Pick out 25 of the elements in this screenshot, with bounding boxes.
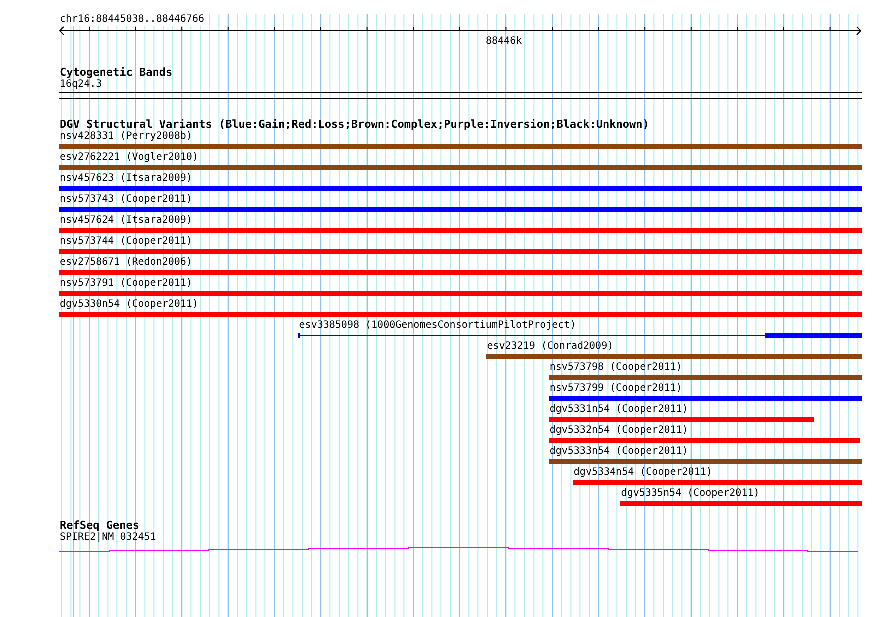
variant-label: dgv5331n54 (Cooper2011) <box>550 404 688 415</box>
variant-label: dgv5335n54 (Cooper2011) <box>621 488 760 499</box>
variant-label: nsv428331 (Perry2008b) <box>60 131 192 142</box>
band-label: 16q24.3 <box>59 79 104 91</box>
variant-label: esv3385098 (1000GenomesConsortiumPilotProject) <box>299 320 576 331</box>
range-label: chr16:88445038..88446766 <box>59 14 204 26</box>
variant-label: esv2762221 (Vogler2010) <box>60 152 198 163</box>
variant-label: dgv5334n54 (Cooper2011) <box>574 467 712 478</box>
track-title: DGV Structural Variants (Blue:Gain;Red:Loss;Brown:Complex;Purple:Inversion;Black:Unknown) <box>59 119 650 131</box>
variant-label: dgv5330n54 (Cooper2011) <box>60 299 198 310</box>
variant-label: esv23219 (Conrad2009) <box>487 341 614 352</box>
variant-label: nsv573791 (Cooper2011) <box>60 278 192 289</box>
variant-label: nsv573798 (Cooper2011) <box>550 362 682 373</box>
variant-label: nsv573744 (Cooper2011) <box>60 236 192 247</box>
variant-label: nsv457624 (Itsara2009) <box>60 215 192 226</box>
track-title: RefSeq Genes <box>59 520 140 532</box>
tick-label: 88446k <box>486 36 522 47</box>
variant-label: nsv573743 (Cooper2011) <box>60 194 192 205</box>
variant-label: dgv5332n54 (Cooper2011) <box>550 425 688 436</box>
gene-label: SPIRE2|NM_032451 <box>59 532 158 544</box>
variant-label: nsv573799 (Cooper2011) <box>550 383 682 394</box>
variant-label: dgv5333n54 (Cooper2011) <box>550 446 688 457</box>
variant-label: nsv457623 (Itsara2009) <box>60 173 192 184</box>
track-title: Cytogenetic Bands <box>59 67 174 79</box>
variant-label: esv2758671 (Redon2006) <box>60 257 192 268</box>
